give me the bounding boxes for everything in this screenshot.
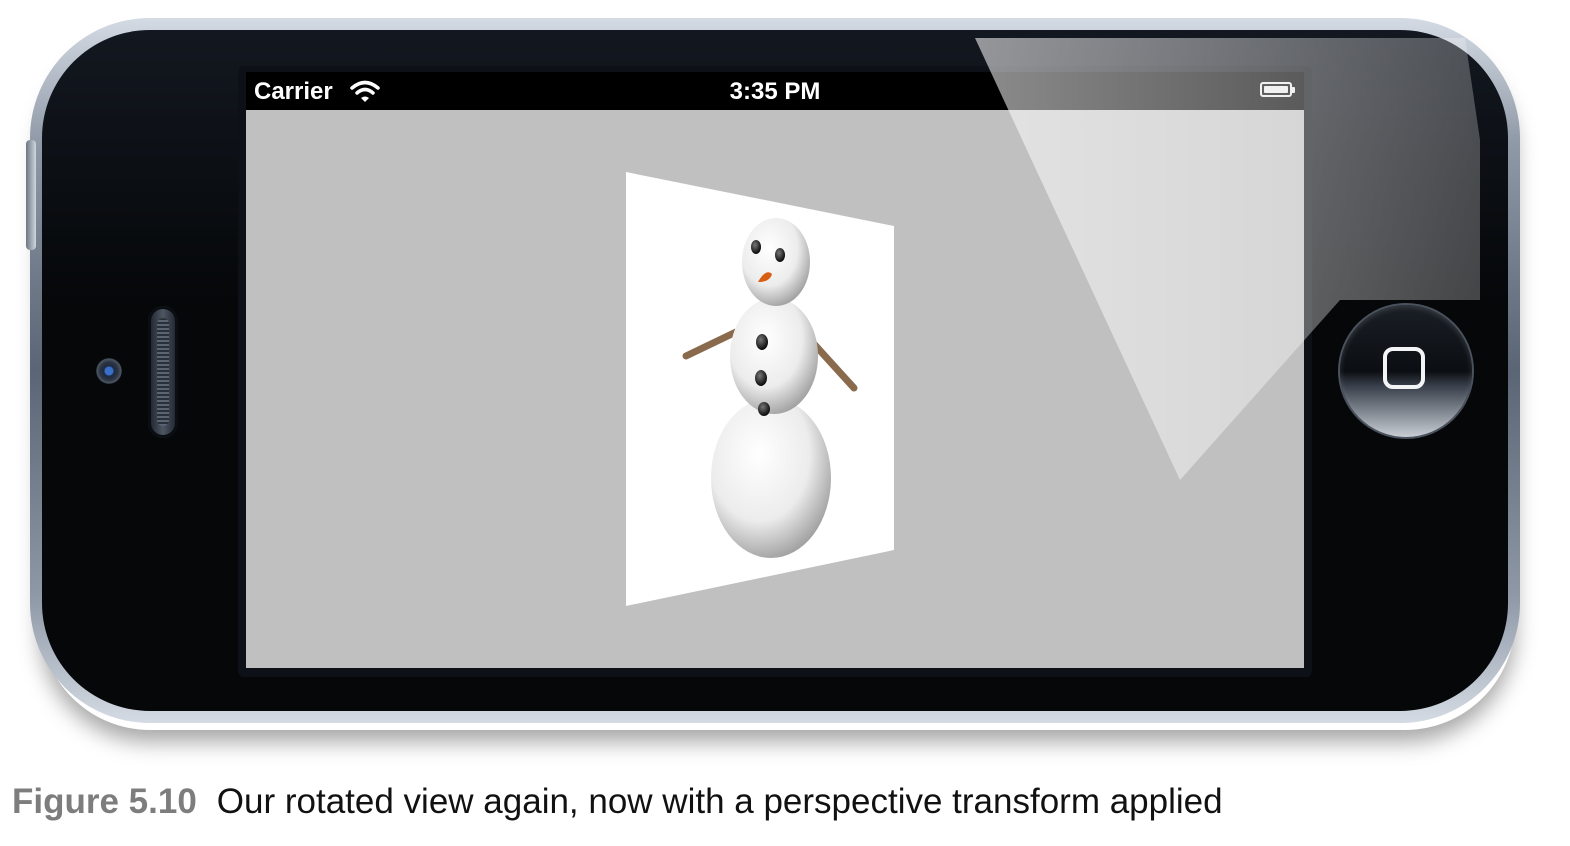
- snowman-right-eye: [775, 248, 785, 262]
- snowman-middle-ball: [730, 298, 818, 414]
- snowman-button-1: [756, 334, 768, 350]
- status-bar: Carrier 3:35 PM: [246, 72, 1304, 110]
- home-button[interactable]: [1340, 305, 1472, 437]
- snowman-button-2: [755, 370, 767, 386]
- figure-caption: Figure 5.10 Our rotated view again, now w…: [12, 782, 1223, 822]
- side-volume-button[interactable]: [26, 140, 36, 250]
- snowman-left-eye: [751, 240, 761, 254]
- status-time: 3:35 PM: [729, 78, 821, 105]
- speaker-grille: [148, 306, 178, 438]
- caption-text: Our rotated view again, now with a persp…: [216, 782, 1223, 821]
- battery-icon: [1260, 82, 1295, 97]
- perspective-layer: [626, 172, 894, 606]
- snowman-button-3: [758, 402, 770, 416]
- figure-label: Figure 5.10: [12, 782, 197, 821]
- snowman-bottom-ball: [711, 398, 831, 558]
- snowman-head: [742, 218, 810, 306]
- app-content-area: [246, 110, 1304, 668]
- camera-icon: [96, 358, 122, 384]
- home-square-icon: [1383, 347, 1425, 389]
